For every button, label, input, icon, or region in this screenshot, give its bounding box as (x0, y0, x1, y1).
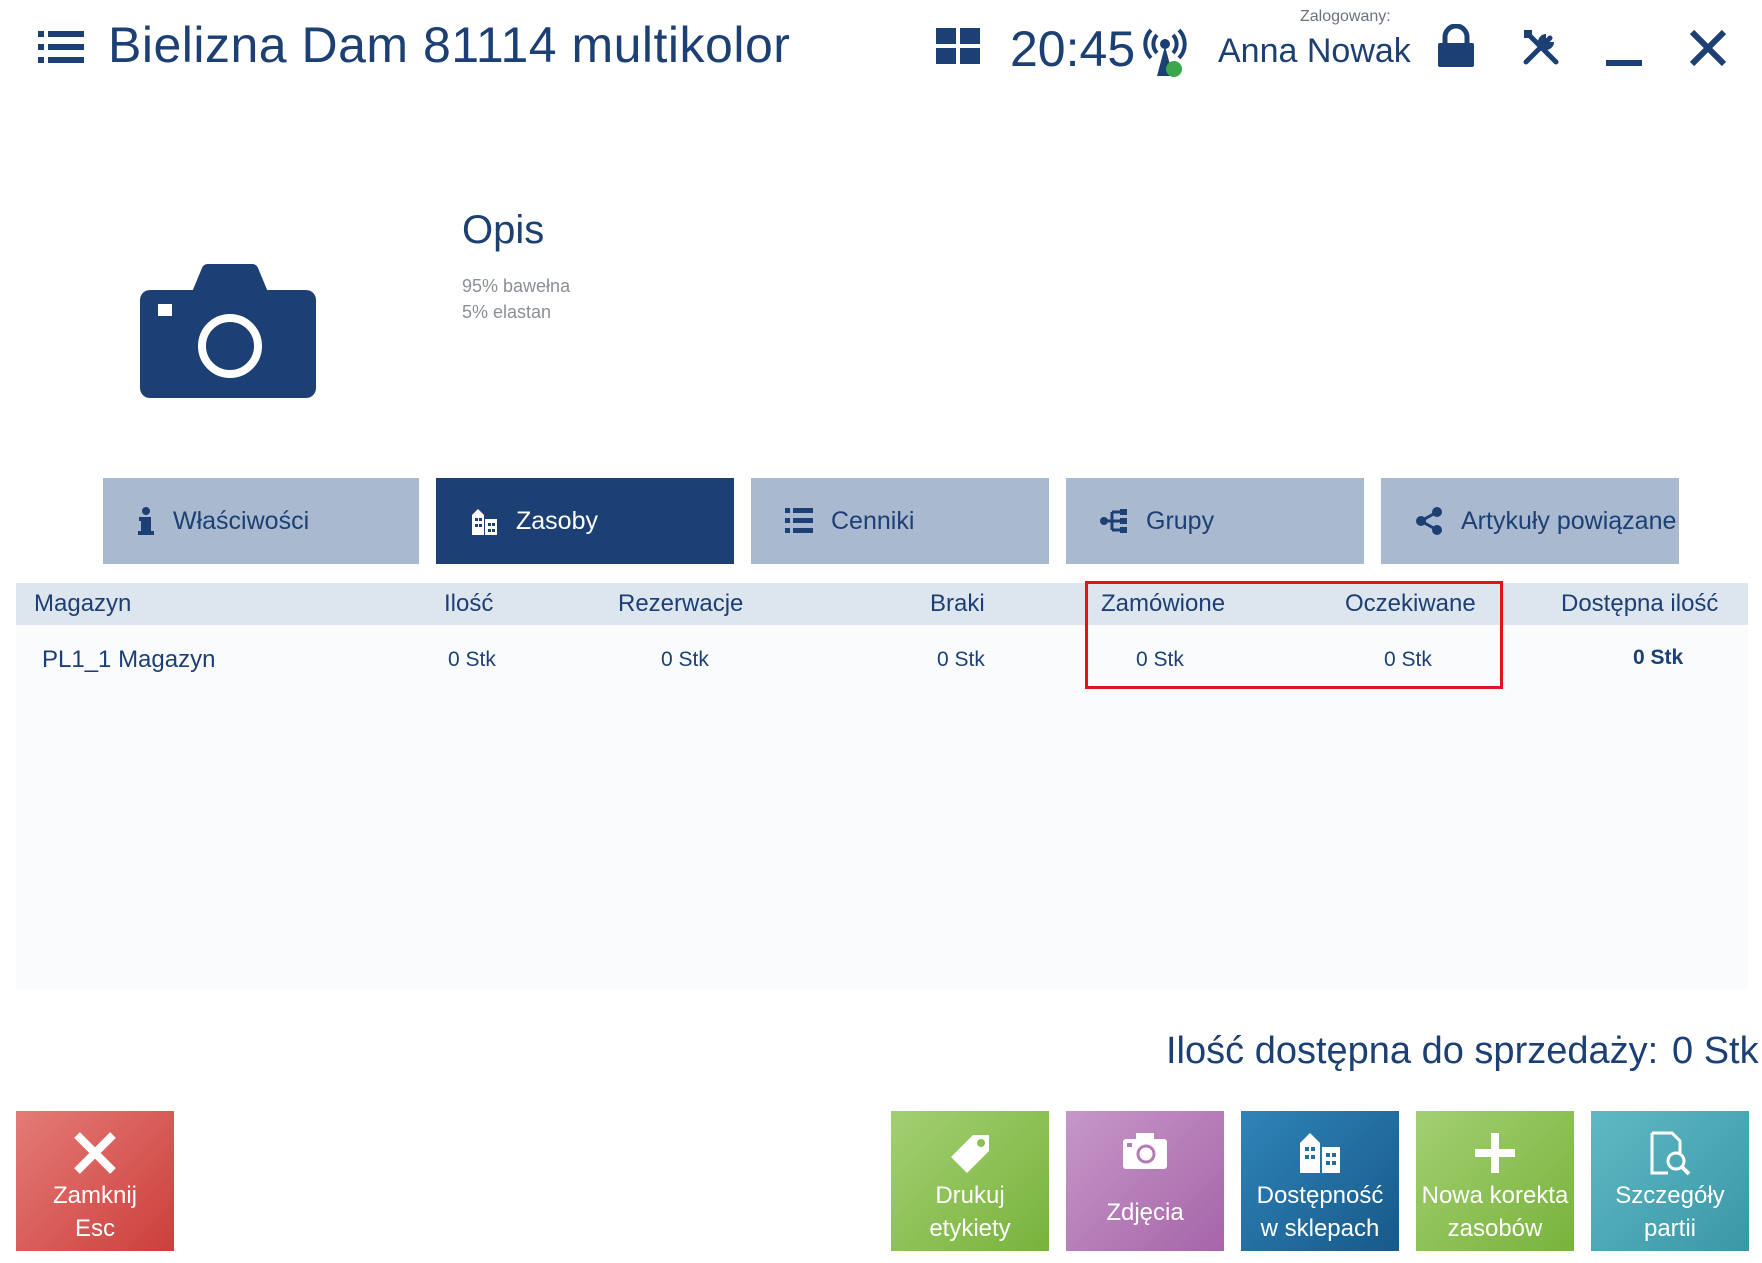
table-cell: 0 Stk (661, 648, 709, 671)
buildings-icon (1300, 1133, 1340, 1173)
clock: 20:45 (1010, 21, 1136, 77)
info-icon (138, 507, 154, 535)
table-cell: 0 Stk (937, 648, 985, 671)
document-search-icon (1650, 1131, 1691, 1176)
button-label: partii (1643, 1215, 1697, 1242)
buildings-icon (472, 509, 497, 535)
table-cell: 0 Stk (448, 648, 496, 671)
button-label: Drukuj (935, 1182, 1005, 1209)
column-header[interactable]: Dostępna ilość (1561, 590, 1718, 618)
tree-icon (1100, 509, 1127, 533)
column-header[interactable]: Ilość (444, 590, 493, 618)
list-icon (785, 508, 813, 533)
available-for-sale-value: 0 Stk (1672, 1030, 1759, 1072)
highlight-box (1085, 581, 1503, 689)
tab-wlasciwosci[interactable]: Właściwości (103, 478, 419, 564)
lock-icon[interactable] (1436, 23, 1476, 68)
tab-label: Zasoby (516, 506, 598, 535)
close-icon (74, 1132, 116, 1174)
description-line: 5% elastan (462, 302, 552, 322)
connection-status-icon (1142, 24, 1188, 80)
button-label: Zamknij (52, 1182, 137, 1209)
camera-icon (1123, 1133, 1167, 1169)
camera-icon (140, 262, 320, 400)
tab-label: Właściwości (173, 506, 310, 535)
button-label: Esc (74, 1215, 115, 1242)
new-stock-correction-button[interactable]: Nowa korekta zasobów (1416, 1111, 1574, 1251)
tab-artykuly-powiazane[interactable]: Artykuły powiązane (1381, 478, 1679, 564)
tag-icon (951, 1135, 989, 1173)
batch-details-button[interactable]: Szczegóły partii (1591, 1111, 1749, 1251)
button-label: w sklepach (1260, 1215, 1380, 1242)
tab-zasoby[interactable]: Zasoby (436, 478, 734, 564)
tiles-icon[interactable] (936, 28, 980, 64)
button-label: zasobów (1447, 1215, 1543, 1242)
table-cell: PL1_1 Magazyn (42, 646, 216, 673)
menu-icon[interactable] (38, 30, 84, 64)
available-for-sale-label: Ilość dostępna do sprzedaży: (1166, 1030, 1659, 1072)
photos-button[interactable]: Zdjęcia (1066, 1111, 1224, 1251)
user-name: Anna Nowak (1218, 32, 1411, 70)
button-label: Zdjęcia (1106, 1199, 1184, 1226)
tab-cenniki[interactable]: Cenniki (751, 478, 1049, 564)
button-label: Szczegóły (1615, 1182, 1725, 1209)
button-label: Nowa korekta (1421, 1182, 1569, 1209)
close-button[interactable]: Zamknij Esc (16, 1111, 174, 1251)
tab-grupy[interactable]: Grupy (1066, 478, 1364, 564)
column-header[interactable]: Rezerwacje (618, 590, 743, 618)
print-labels-button[interactable]: Drukuj etykiety (891, 1111, 1049, 1251)
minimize-icon[interactable] (1604, 26, 1644, 68)
close-icon[interactable] (1688, 28, 1728, 68)
column-header[interactable]: Magazyn (34, 590, 131, 618)
column-header[interactable]: Braki (930, 590, 985, 618)
table-cell: 0 Stk (1633, 646, 1684, 669)
share-icon (1416, 507, 1442, 535)
tab-label: Artykuły powiązane (1461, 506, 1677, 535)
button-label: etykiety (929, 1215, 1011, 1242)
tab-label: Cenniki (831, 506, 915, 535)
plus-icon (1475, 1133, 1515, 1173)
description-line: 95% bawełna (462, 276, 571, 296)
logged-in-label: Zalogowany: (1300, 8, 1391, 25)
tools-icon[interactable] (1520, 26, 1562, 68)
availability-in-stores-button[interactable]: Dostępność w sklepach (1241, 1111, 1399, 1251)
description-title: Opis (462, 208, 545, 252)
button-label: Dostępność (1256, 1182, 1384, 1209)
page-title: Bielizna Dam 81114 multikolor (108, 17, 791, 73)
tab-label: Grupy (1146, 506, 1215, 535)
